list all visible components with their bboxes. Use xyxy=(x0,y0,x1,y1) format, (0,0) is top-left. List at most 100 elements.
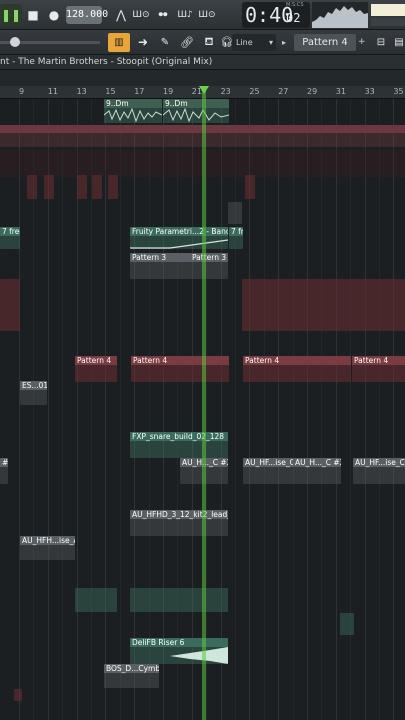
audio-clip-green-c[interactable] xyxy=(340,613,354,635)
audio-clip-riser[interactable]: DeliFB Riser 6 xyxy=(130,638,228,664)
waveform-icon xyxy=(163,108,229,123)
clip-label: AU_HFH...ise_A xyxy=(22,536,75,545)
automation-curve-icon xyxy=(130,239,228,249)
pattern3-clip-a[interactable]: Pattern 3 xyxy=(130,253,190,279)
pattern4-clip-c[interactable]: Pattern 4 xyxy=(243,356,351,382)
waveform-monitor xyxy=(312,2,368,28)
fx-clip-small[interactable] xyxy=(228,202,242,224)
audio-clip-red-right[interactable] xyxy=(242,279,405,331)
automation-clip-b[interactable]: Fruity Parametri...2 - Band 7 freq xyxy=(130,227,228,249)
record-button[interactable]: ● xyxy=(43,4,65,26)
slider-knob[interactable] xyxy=(10,37,20,47)
pattern4-clip-b[interactable]: Pattern 4 xyxy=(131,356,229,382)
time-sub: 02 xyxy=(286,11,301,25)
clip-label: BOS_D...Cymbal xyxy=(106,664,159,673)
pause-button[interactable]: ❚❚ xyxy=(0,4,22,26)
audio-clip-au-h-2[interactable]: AU_H..._C #2 xyxy=(293,458,341,484)
clip-label: #2 xyxy=(2,458,8,467)
playlist-snap-button[interactable]: ▥ xyxy=(108,33,130,52)
ruler-tick-label: 9 xyxy=(19,87,25,96)
ruler-tick-label: 11 xyxy=(47,87,58,96)
metronome-icon[interactable]: ⋀ xyxy=(110,4,132,26)
clip-label: 9..Dm xyxy=(106,99,129,108)
clip-label: 7 freq xyxy=(2,227,20,236)
clip-label: 7 freq xyxy=(231,227,243,236)
audio-clip-snare-build[interactable]: FXP_snare_build_02_128 xyxy=(130,432,228,458)
ram-meter xyxy=(371,18,405,26)
ruler-tick-label: 25 xyxy=(249,87,260,96)
pattern4-clip-d[interactable]: Pattern 4 xyxy=(352,356,405,382)
snap-label: Line xyxy=(236,38,253,47)
pattern-nav-left-icon[interactable]: ▸ xyxy=(282,34,292,51)
ruler-tick-label: 23 xyxy=(220,87,231,96)
loop-record-icon[interactable]: Ш⊙ xyxy=(196,4,218,26)
audio-clip-au-hf-1[interactable]: AU_HF...ise_C xyxy=(243,458,293,484)
wait-input-icon[interactable]: Ш⊙ xyxy=(130,4,152,26)
clip-label: Pattern 4 xyxy=(77,356,112,365)
audio-clip-au-hf-2[interactable]: AU_HF...ise_C xyxy=(353,458,405,484)
automation-clip-c[interactable]: 7 freq xyxy=(229,227,243,249)
clip-label: FXP_snare_build_02_128 xyxy=(132,432,225,441)
pattern4-clip-a[interactable]: Pattern 4 xyxy=(75,356,117,382)
arrow-right-icon[interactable]: ➜ xyxy=(132,31,154,53)
pattern-add-icon[interactable]: + xyxy=(358,34,368,51)
link-icon[interactable]: 🔗︎ xyxy=(176,31,198,53)
playhead-marker-icon[interactable] xyxy=(199,86,209,94)
clip-label: Pattern 4 xyxy=(245,356,280,365)
automation-clip-a[interactable]: 7 freq xyxy=(0,227,20,249)
clip-label: Pattern 4 xyxy=(354,356,389,365)
audio-clip-dm-2[interactable]: 9..Dm xyxy=(163,99,229,123)
audio-clip-red-left[interactable] xyxy=(0,279,20,331)
audio-clip-dm[interactable]: 9..Dm xyxy=(104,99,162,123)
audio-clip-small[interactable]: #2 xyxy=(0,458,8,484)
project-title: nt - The Martin Brothers - Stoopit (Orig… xyxy=(0,55,405,70)
ruler-tick-label: 33 xyxy=(364,87,375,96)
time-unit: M:S:CS xyxy=(286,2,304,8)
stop-button[interactable]: ■ xyxy=(22,4,44,26)
paint-tool-icon[interactable]: ✎ xyxy=(154,31,176,53)
main-toolbar: ❚❚ ■ ● 128.000 ⋀ Ш⊙ ⏺⏺ Ш♪ Ш⊙ 0:40 02 M:S… xyxy=(0,0,405,30)
pattern-label: Pattern 4 xyxy=(302,37,348,48)
audio-clip-hfhd[interactable]: AU_HFHD_3_12_kit2_lead_C xyxy=(130,510,228,536)
playhead[interactable] xyxy=(202,86,206,720)
oscilloscope-icon xyxy=(312,6,368,28)
waveform-icon xyxy=(130,647,228,664)
snap-dropdown[interactable]: Line ▾ xyxy=(232,34,276,51)
time-display[interactable]: 0:40 02 M:S:CS xyxy=(242,2,310,28)
cpu-meter xyxy=(371,4,405,16)
ruler-tick-label: 19 xyxy=(163,87,174,96)
pattern3-clip-b[interactable]: Pattern 3 xyxy=(190,253,228,279)
waveform-icon xyxy=(104,108,162,123)
audio-clip-green-a[interactable] xyxy=(75,588,117,612)
tempo-display[interactable]: 128.000 xyxy=(66,6,108,24)
clip-label: Pattern 3 xyxy=(132,253,167,262)
ruler-tick-label: 15 xyxy=(105,87,116,96)
ruler-tick-label: 31 xyxy=(335,87,346,96)
perc-clip-c[interactable] xyxy=(77,175,87,199)
ruler-tick-label: 13 xyxy=(76,87,87,96)
channel-rack-icon[interactable]: ▤ xyxy=(388,31,405,53)
perc-clip-b[interactable] xyxy=(44,175,54,199)
clip-label: 9..Dm xyxy=(165,99,188,108)
playlist-header-gap xyxy=(0,70,405,86)
audio-clip-red-bottom[interactable] xyxy=(14,689,22,701)
audio-clip-green-b[interactable] xyxy=(130,588,228,612)
perc-clip-a[interactable] xyxy=(27,175,37,199)
clip-label: Pattern 3 xyxy=(192,253,227,262)
audio-clip-cymbal[interactable]: BOS_D...Cymbal xyxy=(104,664,159,688)
master-volume-slider[interactable] xyxy=(0,37,100,47)
clip-label: AU_HFHD_3_12_kit2_lead_C xyxy=(132,510,228,519)
clip-label: AU_HF...ise_C xyxy=(355,458,405,467)
perc-clip-f[interactable] xyxy=(245,175,255,199)
chevron-down-icon: ▾ xyxy=(268,38,273,47)
audio-clip-hfh-ise[interactable]: AU_HFH...ise_A xyxy=(20,536,75,560)
clip-label: AU_H..._C #2 xyxy=(295,458,341,467)
clip-label: AU_HF...ise_C xyxy=(245,458,293,467)
clip-label: DeliFB Riser 6 xyxy=(132,638,185,647)
pattern-selector[interactable]: Pattern 4 xyxy=(294,34,356,51)
step-record-icon[interactable]: ⏺⏺ xyxy=(152,4,174,26)
typing-keyboard-icon[interactable]: Ш♪ xyxy=(174,4,196,26)
audio-clip-es[interactable]: ES...01 xyxy=(20,381,47,405)
perc-clip-d[interactable] xyxy=(92,175,102,199)
perc-clip-e[interactable] xyxy=(108,175,118,199)
